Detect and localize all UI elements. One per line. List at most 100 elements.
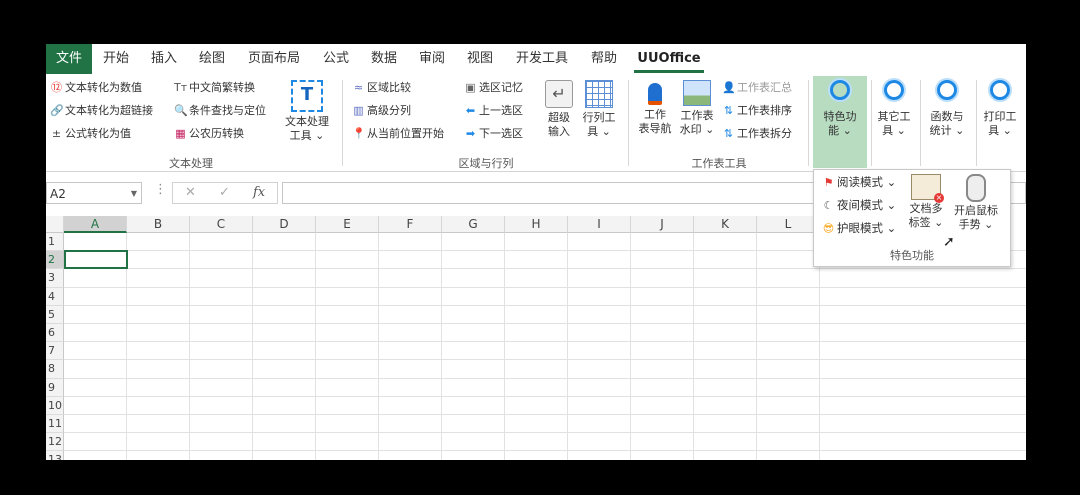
row-header-8[interactable]: 8: [46, 360, 64, 379]
sheet-summary-button[interactable]: 👤工作表汇总: [722, 80, 792, 96]
grid-column-line: [441, 233, 442, 460]
select-all-corner[interactable]: [46, 216, 64, 233]
night-icon: ☾: [823, 199, 834, 212]
formula-to-value-button[interactable]: ± 公式转化为值: [50, 126, 131, 142]
active-cell[interactable]: [64, 250, 128, 270]
more-icon: ⋮: [154, 182, 167, 197]
functions-statistics-button[interactable]: 函数与 统计 ⌄: [924, 76, 970, 138]
name-box[interactable]: A2 ▼: [46, 182, 142, 204]
region-compare-button[interactable]: ≈ 区域比较: [352, 80, 411, 96]
chevron-down-icon[interactable]: ▼: [131, 183, 137, 205]
row-header-12[interactable]: 12: [46, 433, 64, 452]
sheet-watermark-button[interactable]: 工作表 水印 ⌄: [676, 80, 718, 137]
grid-row-line: [64, 268, 1026, 270]
special-features-panel: ⚑ 阅读模式 ⌄ ☾ 夜间模式 ⌄ 😎 护眼模式 ⌄ × 文档多 标签 ⌄ 开启鼠标 …: [813, 169, 1011, 267]
chinese-convert-button[interactable]: Tт 中文简繁转换: [174, 80, 255, 96]
eye-care-mode-button[interactable]: 😎 护眼模式 ⌄: [822, 220, 897, 237]
grid-column-line: [756, 233, 757, 460]
row-header-9[interactable]: 9: [46, 378, 64, 397]
other-tools-button[interactable]: 其它工 具 ⌄: [872, 76, 916, 138]
row-header-11[interactable]: 11: [46, 415, 64, 434]
tab-formulas[interactable]: 公式: [318, 44, 354, 74]
row-header-5[interactable]: 5: [46, 305, 64, 324]
column-header-f[interactable]: F: [379, 216, 442, 233]
sheet-navigation-button[interactable]: 工作 表导航: [636, 80, 674, 136]
grid-column-line: [315, 233, 316, 460]
row-header-1[interactable]: 1: [46, 233, 64, 252]
text-to-number-button[interactable]: ⑫ 文本转化为数值: [50, 80, 142, 96]
split-icon: ⇅: [723, 127, 734, 140]
text-tools-button[interactable]: T 文本处理 工具 ⌄: [282, 80, 332, 143]
grid-column-line: [252, 233, 253, 460]
row-column-tools-button[interactable]: 行列工 具 ⌄: [580, 80, 618, 139]
tab-view[interactable]: 视图: [462, 44, 498, 74]
tab-help[interactable]: 帮助: [586, 44, 622, 74]
column-header-a[interactable]: A: [64, 216, 127, 233]
person-icon: 👤: [722, 81, 736, 94]
tab-page-layout[interactable]: 页面布局: [242, 44, 306, 74]
row-header-7[interactable]: 7: [46, 342, 64, 361]
reading-mode-button[interactable]: ⚑ 阅读模式 ⌄: [822, 174, 897, 191]
function-icon[interactable]: fx: [253, 185, 265, 200]
grid-row-line: [64, 450, 1026, 452]
column-header-g[interactable]: G: [442, 216, 505, 233]
grid-column-line: [819, 233, 820, 460]
tab-draw[interactable]: 绘图: [194, 44, 230, 74]
text-box-icon: T: [291, 80, 323, 112]
next-selection-button[interactable]: ➡ 下一选区: [464, 126, 523, 142]
tab-file[interactable]: 文件: [46, 44, 92, 74]
row-header-4[interactable]: 4: [46, 287, 64, 306]
previous-selection-button[interactable]: ⬅ 上一选区: [464, 103, 523, 119]
column-header-l[interactable]: L: [757, 216, 820, 233]
special-features-button[interactable]: 特色功 能 ⌄: [813, 76, 867, 168]
advanced-split-button[interactable]: ▥ 高级分列: [352, 103, 411, 119]
compare-icon: ≈: [353, 81, 364, 94]
document-tabs-button[interactable]: × 文档多 标签 ⌄: [906, 174, 946, 230]
group-divider: [342, 80, 343, 166]
grid-row-line: [64, 377, 1026, 379]
tab-review[interactable]: 审阅: [414, 44, 450, 74]
enter-key-icon: ↵: [545, 80, 573, 108]
text-to-hyperlink-button[interactable]: 🔗文本转化为超链接: [50, 103, 153, 119]
tab-home[interactable]: 开始: [98, 44, 134, 74]
calendar-icon: ▦: [175, 127, 186, 140]
night-mode-button[interactable]: ☾ 夜间模式 ⌄: [822, 197, 897, 214]
column-header-i[interactable]: I: [568, 216, 631, 233]
print-tools-button[interactable]: 打印工 具 ⌄: [980, 76, 1020, 138]
column-header-k[interactable]: K: [694, 216, 757, 233]
column-header-d[interactable]: D: [253, 216, 316, 233]
cancel-icon[interactable]: ✕: [185, 185, 196, 200]
column-header-e[interactable]: E: [316, 216, 379, 233]
row-header-2[interactable]: 2: [46, 251, 64, 270]
grid-column-line: [630, 233, 631, 460]
tab-uuoffice[interactable]: UUOffice: [634, 44, 704, 74]
column-header-j[interactable]: J: [631, 216, 694, 233]
sheet-sort-button[interactable]: ⇅ 工作表排序: [722, 103, 792, 119]
row-header-6[interactable]: 6: [46, 324, 64, 343]
start-from-current-button[interactable]: 📍从当前位置开始: [352, 126, 444, 142]
grid-row-line: [64, 359, 1026, 361]
grid-row-line: [64, 432, 1026, 434]
conditional-find-button[interactable]: 🔍条件查找与定位: [174, 103, 266, 119]
mouse-icon: [966, 174, 986, 202]
special-group-label: 特色功能: [890, 249, 934, 262]
row-header-3[interactable]: 3: [46, 269, 64, 288]
sheet-split-button[interactable]: ⇅ 工作表拆分: [722, 126, 792, 142]
group-divider: [808, 80, 809, 166]
tab-insert[interactable]: 插入: [146, 44, 182, 74]
formula-buttons: ✕ ✓ fx: [172, 182, 278, 204]
selection-memory-button[interactable]: ▣ 选区记忆: [464, 80, 523, 96]
column-header-c[interactable]: C: [190, 216, 253, 233]
confirm-icon[interactable]: ✓: [219, 185, 230, 200]
tab-developer[interactable]: 开发工具: [510, 44, 574, 74]
mouse-gesture-button[interactable]: 开启鼠标 手势 ⌄: [948, 174, 1004, 232]
lunar-calendar-button[interactable]: ▦ 公农历转换: [174, 126, 244, 142]
column-header-b[interactable]: B: [127, 216, 190, 233]
row-header-10[interactable]: 10: [46, 396, 64, 415]
tab-data[interactable]: 数据: [366, 44, 402, 74]
super-input-button[interactable]: ↵ 超级 输入: [542, 80, 576, 139]
sort-icon: ⇅: [723, 104, 734, 117]
text-group-label: 文本处理: [169, 157, 213, 170]
column-header-h[interactable]: H: [505, 216, 568, 233]
row-header-13[interactable]: 13: [46, 451, 64, 460]
